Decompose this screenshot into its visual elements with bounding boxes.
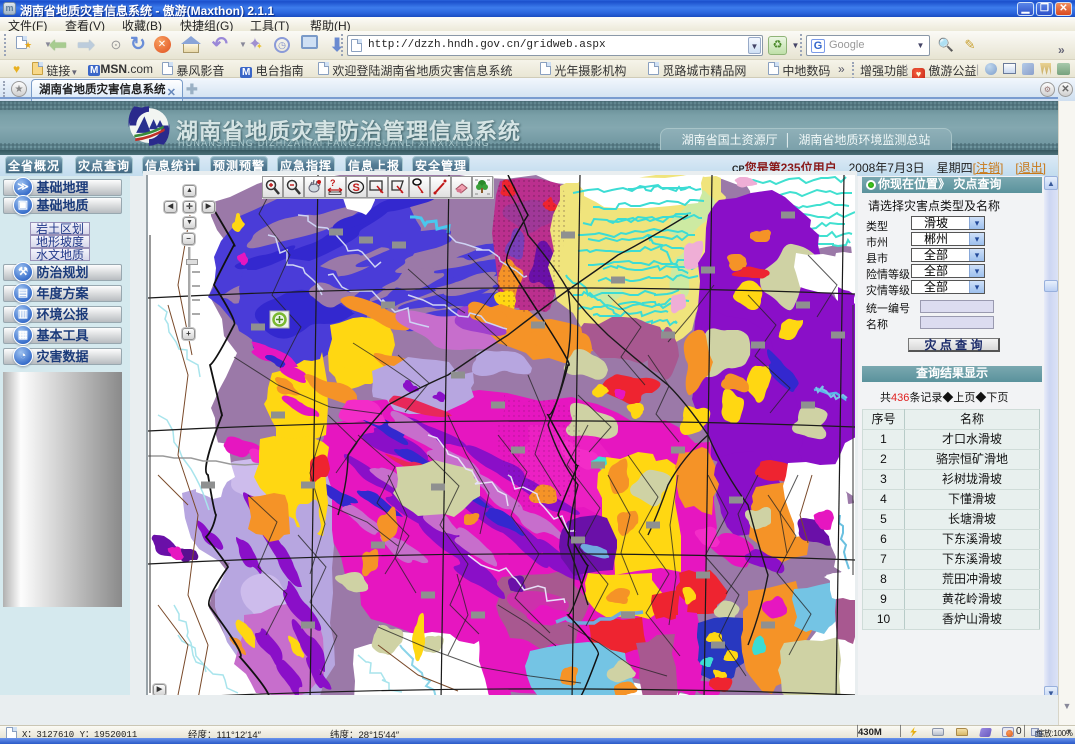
svg-text:?: ?	[330, 178, 336, 188]
svg-text:S: S	[353, 182, 360, 194]
